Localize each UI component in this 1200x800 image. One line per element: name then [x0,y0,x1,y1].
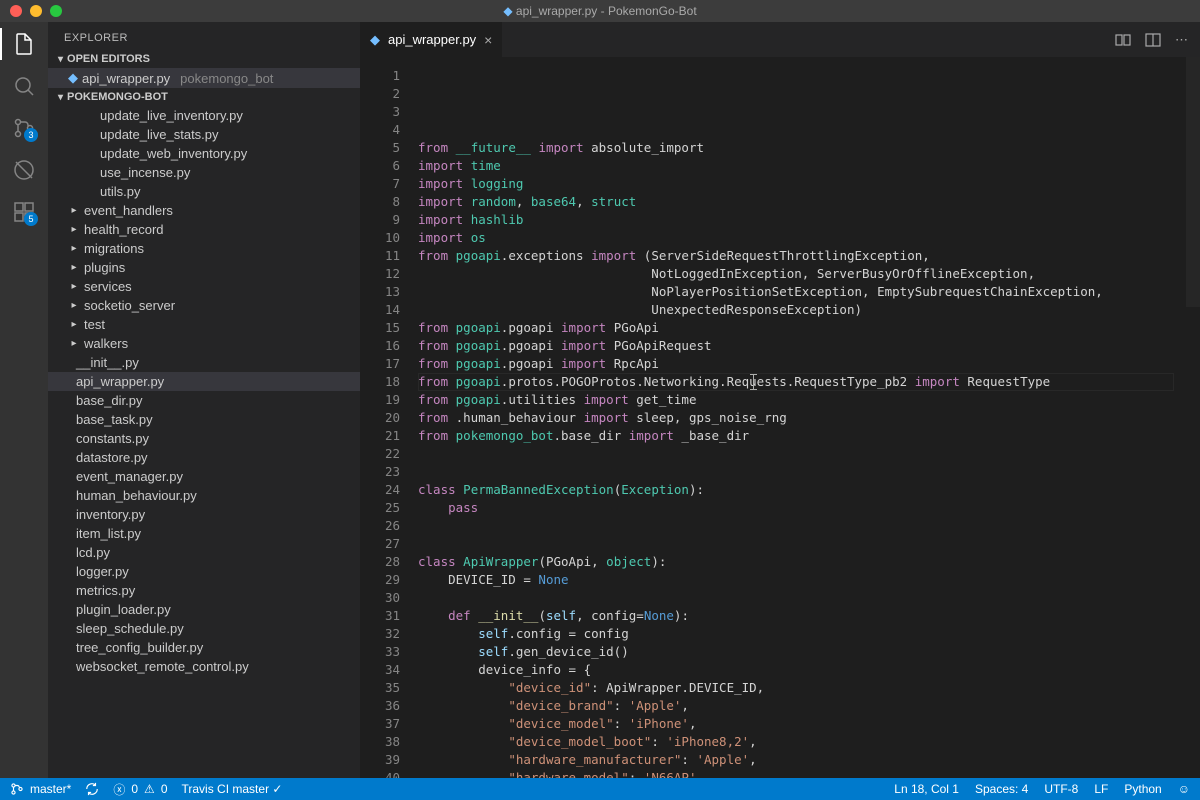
ext-badge: 5 [24,212,38,226]
branch-status[interactable]: master* [10,782,71,796]
file-item[interactable]: metrics.py [48,581,360,600]
file-item[interactable]: tree_config_builder.py [48,638,360,657]
file-item[interactable]: sleep_schedule.py [48,619,360,638]
folder-item[interactable]: ▸event_handlers [48,201,360,220]
file-item[interactable]: __init__.py [48,353,360,372]
file-item[interactable]: inventory.py [48,505,360,524]
problems-status[interactable]: ⓧ0⚠0 [113,781,167,798]
indentation-status[interactable]: Spaces: 4 [975,782,1028,796]
file-item[interactable]: use_incense.py [48,163,360,182]
minimap[interactable] [1186,57,1200,778]
code-content[interactable]: from __future__ import absolute_importim… [418,57,1186,778]
file-item[interactable]: base_dir.py [48,391,360,410]
close-tab-icon[interactable]: × [484,32,492,48]
tab-bar: ◆ api_wrapper.py × ⋯ [360,22,1200,57]
folder-item[interactable]: ▸socketio_server [48,296,360,315]
language-mode[interactable]: Python [1124,782,1161,796]
activity-bar: 3 5 [0,22,48,778]
status-bar: master* ⓧ0⚠0 Travis CI master ✓ Ln 18, C… [0,778,1200,800]
file-item[interactable]: logger.py [48,562,360,581]
file-item[interactable]: utils.py [48,182,360,201]
split-editor-icon[interactable] [1145,32,1161,48]
file-item[interactable]: api_wrapper.py [48,372,360,391]
more-actions-icon[interactable]: ⋯ [1175,32,1188,48]
file-item[interactable]: plugin_loader.py [48,600,360,619]
file-item[interactable]: constants.py [48,429,360,448]
file-item[interactable]: lcd.py [48,543,360,562]
folder-item[interactable]: ▸test [48,315,360,334]
file-item[interactable]: event_manager.py [48,467,360,486]
open-editor-item[interactable]: ◆ api_wrapper.pypokemongo_bot [48,68,360,88]
editor: ◆ api_wrapper.py × ⋯ 1234567891011121314… [360,22,1200,778]
file-item[interactable]: datastore.py [48,448,360,467]
eol-status[interactable]: LF [1094,782,1108,796]
sidebar-title: EXPLORER [48,22,360,50]
file-item[interactable]: update_live_inventory.py [48,106,360,125]
project-header[interactable]: ▾ POKEMONGO-BOT [48,88,360,106]
text-cursor [753,374,754,390]
scm-badge: 3 [24,128,38,142]
file-item[interactable]: update_web_inventory.py [48,144,360,163]
debug-icon[interactable] [12,158,36,182]
file-item[interactable]: websocket_remote_control.py [48,657,360,676]
open-editors-header[interactable]: ▾ OPEN EDITORS [48,50,360,68]
folder-item[interactable]: ▸plugins [48,258,360,277]
folder-item[interactable]: ▸walkers [48,334,360,353]
file-tree[interactable]: update_live_inventory.pyupdate_live_stat… [48,106,360,778]
code-editor[interactable]: 1234567891011121314151617181920212223242… [360,57,1200,778]
cursor-position[interactable]: Ln 18, Col 1 [894,782,959,796]
sidebar: EXPLORER ▾ OPEN EDITORS ◆ api_wrapper.py… [48,22,360,778]
sync-status[interactable] [85,782,99,796]
encoding-status[interactable]: UTF-8 [1044,782,1078,796]
compare-changes-icon[interactable] [1115,32,1131,48]
file-item[interactable]: base_task.py [48,410,360,429]
line-numbers: 1234567891011121314151617181920212223242… [360,57,418,778]
folder-item[interactable]: ▸services [48,277,360,296]
explorer-icon[interactable] [12,32,36,56]
search-icon[interactable] [12,74,36,98]
python-file-icon: ◆ [370,32,380,48]
extensions-icon[interactable]: 5 [12,200,36,224]
window-title: ◆ api_wrapper.py - PokemonGo-Bot [0,4,1200,18]
source-control-icon[interactable]: 3 [12,116,36,140]
chevron-down-icon: ▾ [58,54,63,65]
file-item[interactable]: item_list.py [48,524,360,543]
tab-label: api_wrapper.py [388,32,476,47]
file-item[interactable]: update_live_stats.py [48,125,360,144]
title-bar: ◆ api_wrapper.py - PokemonGo-Bot [0,0,1200,22]
folder-item[interactable]: ▸health_record [48,220,360,239]
chevron-down-icon: ▾ [58,92,63,103]
feedback-icon[interactable]: ☺ [1178,782,1190,796]
file-item[interactable]: human_behaviour.py [48,486,360,505]
minimap-viewport[interactable] [1186,57,1200,307]
tab-api-wrapper[interactable]: ◆ api_wrapper.py × [360,22,503,57]
ci-status[interactable]: Travis CI master ✓ [182,782,283,796]
folder-item[interactable]: ▸migrations [48,239,360,258]
